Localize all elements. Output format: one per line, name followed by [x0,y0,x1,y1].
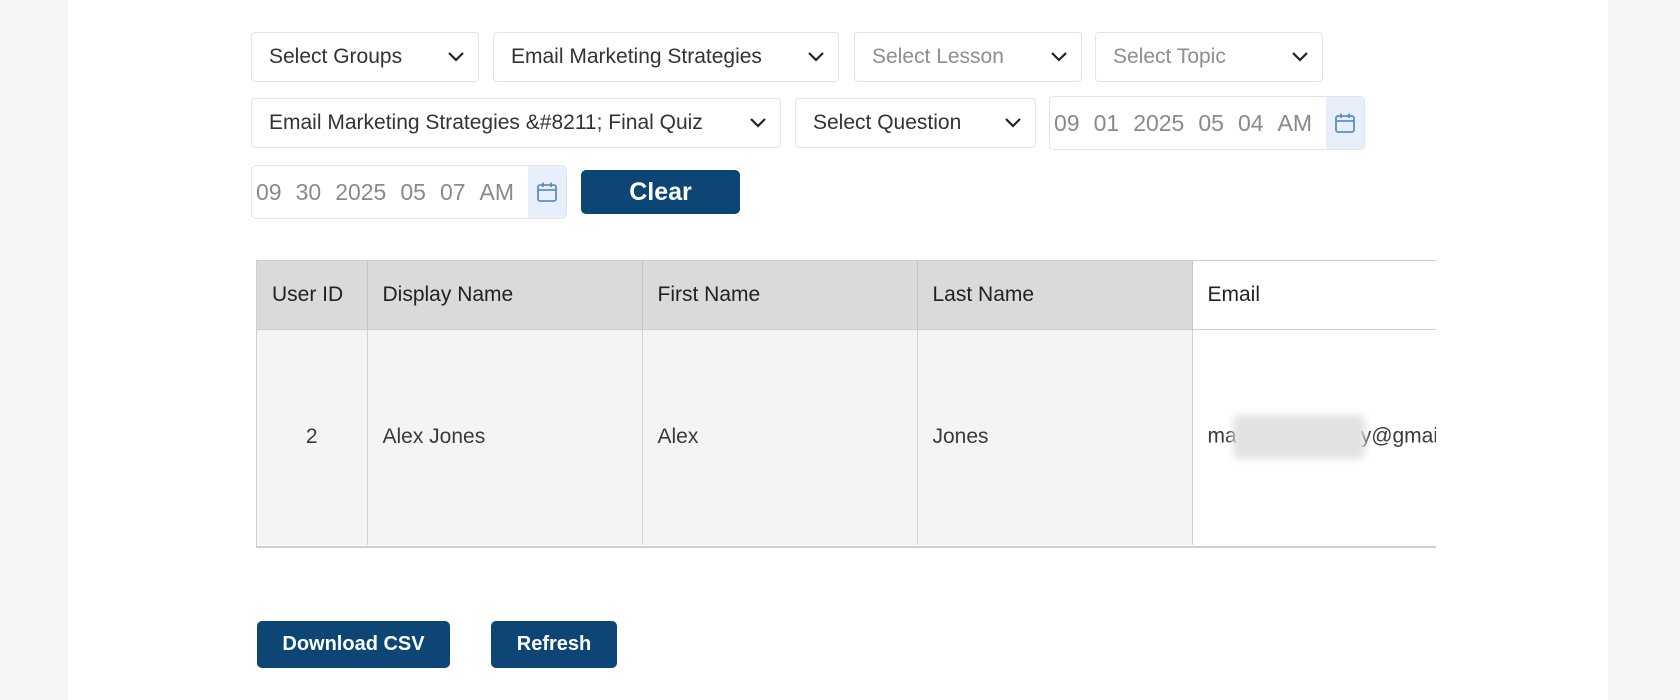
groups-select[interactable]: Select Groups [251,32,479,82]
topic-select[interactable]: Select Topic [1095,32,1323,82]
header-last-name[interactable]: Last Name [917,261,1193,330]
chevron-down-icon [1290,47,1310,67]
quiz-select[interactable]: Email Marketing Strategies &#8211; Final… [251,98,781,148]
start-datetime-input[interactable]: 09 01 2025 05 04 AM [1049,96,1365,150]
download-csv-button[interactable]: Download CSV [257,621,450,668]
chevron-down-icon [1049,47,1069,67]
course-select[interactable]: Email Marketing Strategies [493,32,839,82]
end-datetime-value[interactable]: 09 30 2025 05 07 AM [252,166,528,218]
start-ampm[interactable]: AM [1278,110,1313,137]
results-table: User ID Display Name First Name Last Nam… [257,261,1436,545]
end-month[interactable]: 09 [256,179,282,206]
table-row: 2 Alex Jones Alex Jones ma y@gmai. [257,329,1436,545]
header-user-id[interactable]: User ID [257,261,368,330]
end-minute[interactable]: 07 [440,179,466,206]
start-month[interactable]: 09 [1054,110,1080,137]
course-select-value: Email Marketing Strategies [511,45,762,68]
lesson-select-placeholder: Select Lesson [872,45,1004,68]
groups-select-value: Select Groups [269,45,403,68]
table-header-row: User ID Display Name First Name Last Nam… [257,261,1436,330]
chevron-down-icon [806,47,826,67]
end-hour[interactable]: 05 [400,179,426,206]
header-email[interactable]: Email [1192,261,1436,330]
start-day[interactable]: 01 [1094,110,1120,137]
start-datetime-value[interactable]: 09 01 2025 05 04 AM [1050,97,1326,149]
header-first-name[interactable]: First Name [642,261,918,330]
chevron-down-icon [1003,113,1023,133]
cell-display-name: Alex Jones [367,329,643,545]
cell-email: ma y@gmai. [1192,329,1436,545]
end-year[interactable]: 2025 [335,179,386,206]
calendar-icon[interactable] [528,166,566,218]
topic-select-placeholder: Select Topic [1113,45,1226,68]
header-display-name[interactable]: Display Name [367,261,643,330]
redacted-blur [1232,415,1365,460]
chevron-down-icon [748,113,768,133]
chevron-down-icon [446,47,466,67]
question-select-value: Select Question [813,111,962,134]
results-table-container[interactable]: User ID Display Name First Name Last Nam… [256,260,1436,548]
end-datetime-input[interactable]: 09 30 2025 05 07 AM [251,165,567,219]
end-day[interactable]: 30 [296,179,322,206]
lesson-select[interactable]: Select Lesson [854,32,1082,82]
start-hour[interactable]: 05 [1198,110,1224,137]
calendar-icon[interactable] [1326,97,1364,149]
cell-last-name: Jones [917,329,1193,545]
start-minute[interactable]: 04 [1238,110,1264,137]
refresh-button[interactable]: Refresh [491,621,617,668]
clear-button[interactable]: Clear [581,170,740,214]
quiz-select-value: Email Marketing Strategies &#8211; Final… [269,111,703,134]
cell-user-id: 2 [257,329,368,545]
end-ampm[interactable]: AM [480,179,515,206]
cell-first-name: Alex [642,329,918,545]
question-select[interactable]: Select Question [795,98,1036,148]
start-year[interactable]: 2025 [1133,110,1184,137]
email-suffix: y@gmai. [1360,424,1436,448]
